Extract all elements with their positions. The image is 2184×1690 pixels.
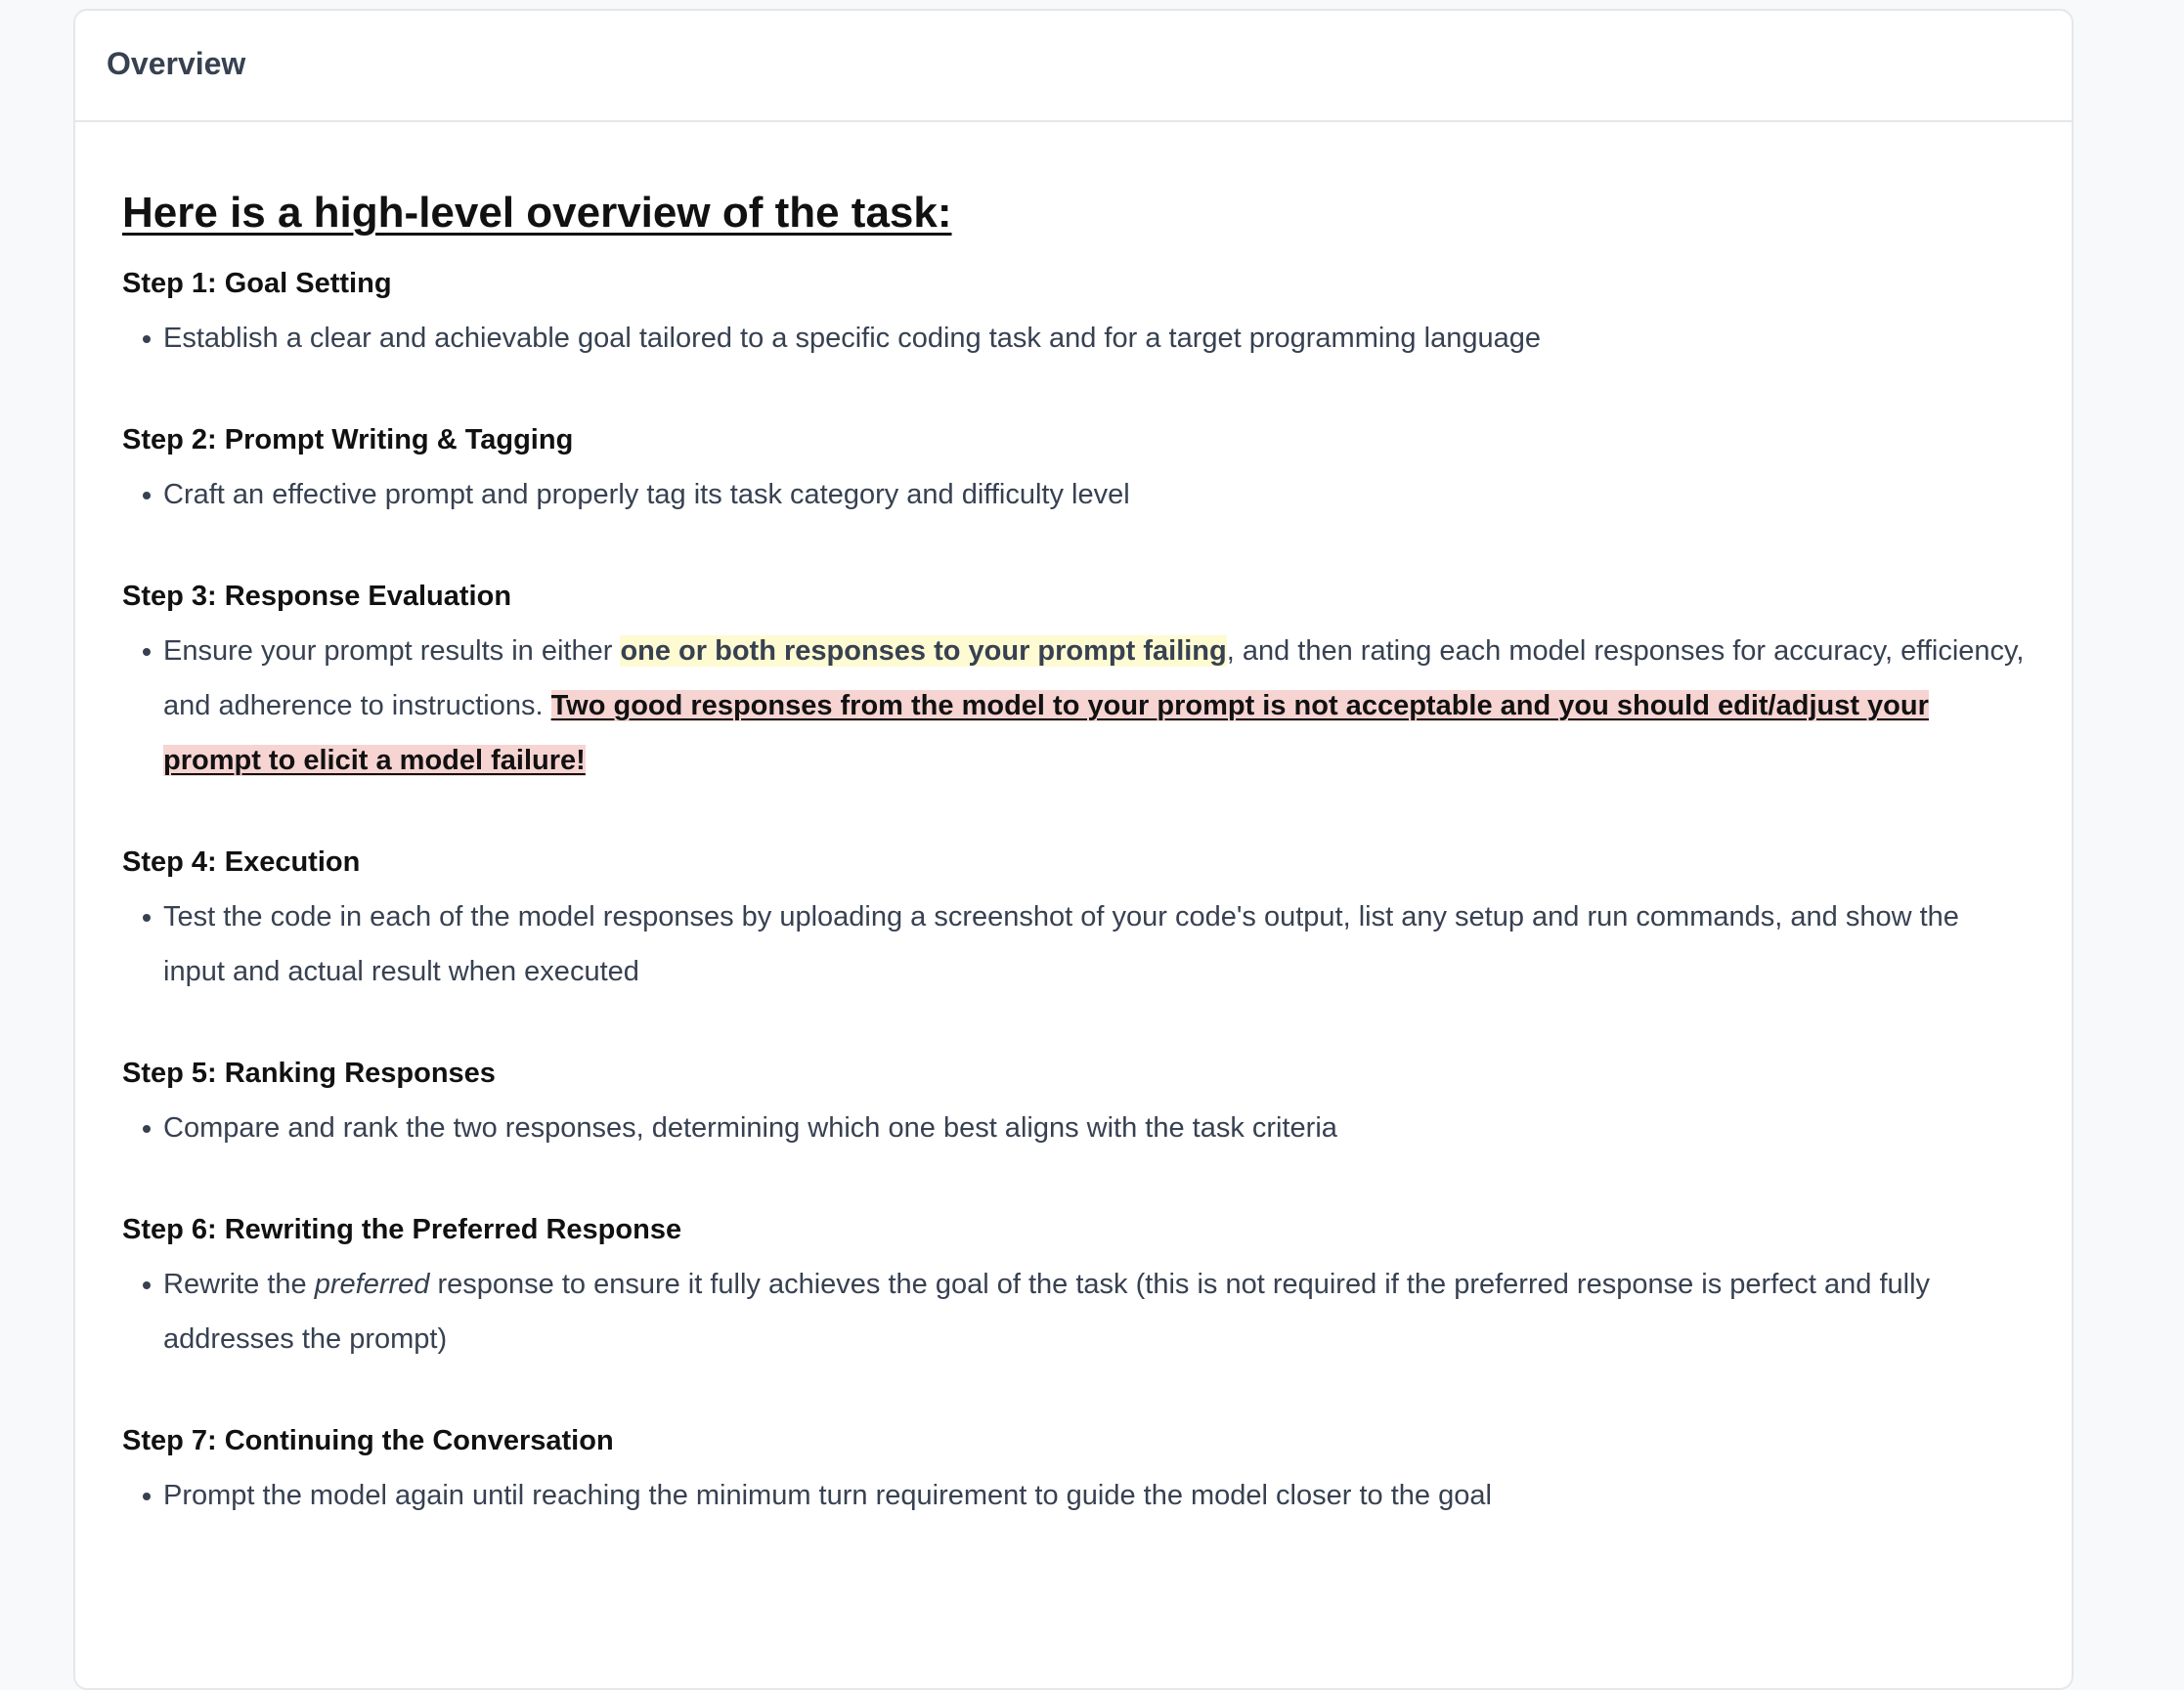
step-bullet: Ensure your prompt results in either one…: [143, 624, 2025, 788]
step-title: Step 2: Prompt Writing & Tagging: [122, 424, 574, 455]
step-2: Step 2: Prompt Writing & Tagging Craft a…: [122, 420, 2025, 522]
overview-heading: Here is a high-level overview of the tas…: [122, 189, 952, 237]
step-list: Ensure your prompt results in either one…: [122, 624, 2025, 788]
step-list: Prompt the model again until reaching th…: [122, 1468, 2025, 1523]
step-title: Step 1: Goal Setting: [122, 268, 392, 299]
step-5: Step 5: Ranking Responses Compare and ra…: [122, 1054, 2025, 1155]
step-list: Test the code in each of the model respo…: [122, 889, 2025, 999]
overview-card: Overview Here is a high-level overview o…: [73, 9, 2074, 1690]
step-text: Establish a clear and achievable goal ta…: [163, 323, 1541, 354]
step-text: Ensure your prompt results in either: [163, 635, 621, 667]
step-3: Step 3: Response Evaluation Ensure your …: [122, 577, 2025, 788]
step-1: Step 1: Goal Setting Establish a clear a…: [122, 264, 2025, 366]
step-title: Step 3: Response Evaluation: [122, 581, 512, 612]
card-title: Overview: [107, 45, 246, 81]
step-text: Test the code in each of the model respo…: [163, 901, 1959, 987]
step-bullet: Test the code in each of the model respo…: [143, 889, 2025, 999]
step-text: response to ensure it fully achieves the…: [163, 1269, 1931, 1355]
step-list: Establish a clear and achievable goal ta…: [122, 311, 2025, 366]
step-text: Craft an effective prompt and properly t…: [163, 479, 1130, 510]
emphasis-text: preferred: [314, 1269, 430, 1300]
step-list: Craft an effective prompt and properly t…: [122, 467, 2025, 522]
step-list: Compare and rank the two responses, dete…: [122, 1101, 2025, 1155]
step-bullet: Craft an effective prompt and properly t…: [143, 467, 2025, 522]
step-6: Step 6: Rewriting the Preferred Response…: [122, 1210, 2025, 1366]
step-list: Rewrite the preferred response to ensure…: [122, 1257, 2025, 1366]
step-text: Compare and rank the two responses, dete…: [163, 1112, 1337, 1144]
step-bullet: Compare and rank the two responses, dete…: [143, 1101, 2025, 1155]
step-text: Rewrite the: [163, 1269, 315, 1300]
highlight-yellow-text: one or both responses to your prompt fai…: [620, 635, 1227, 667]
step-title: Step 6: Rewriting the Preferred Response: [122, 1214, 682, 1245]
step-bullet: Establish a clear and achievable goal ta…: [143, 311, 2025, 366]
step-title: Step 7: Continuing the Conversation: [122, 1425, 614, 1456]
step-bullet: Prompt the model again until reaching th…: [143, 1468, 2025, 1523]
card-header: Overview: [75, 11, 2072, 122]
step-title: Step 5: Ranking Responses: [122, 1058, 496, 1089]
card-body: Here is a high-level overview of the tas…: [75, 122, 2072, 1523]
step-7: Step 7: Continuing the Conversation Prom…: [122, 1421, 2025, 1523]
step-4: Step 4: Execution Test the code in each …: [122, 843, 2025, 999]
step-text: Prompt the model again until reaching th…: [163, 1480, 1492, 1511]
step-bullet: Rewrite the preferred response to ensure…: [143, 1257, 2025, 1366]
step-title: Step 4: Execution: [122, 846, 361, 878]
